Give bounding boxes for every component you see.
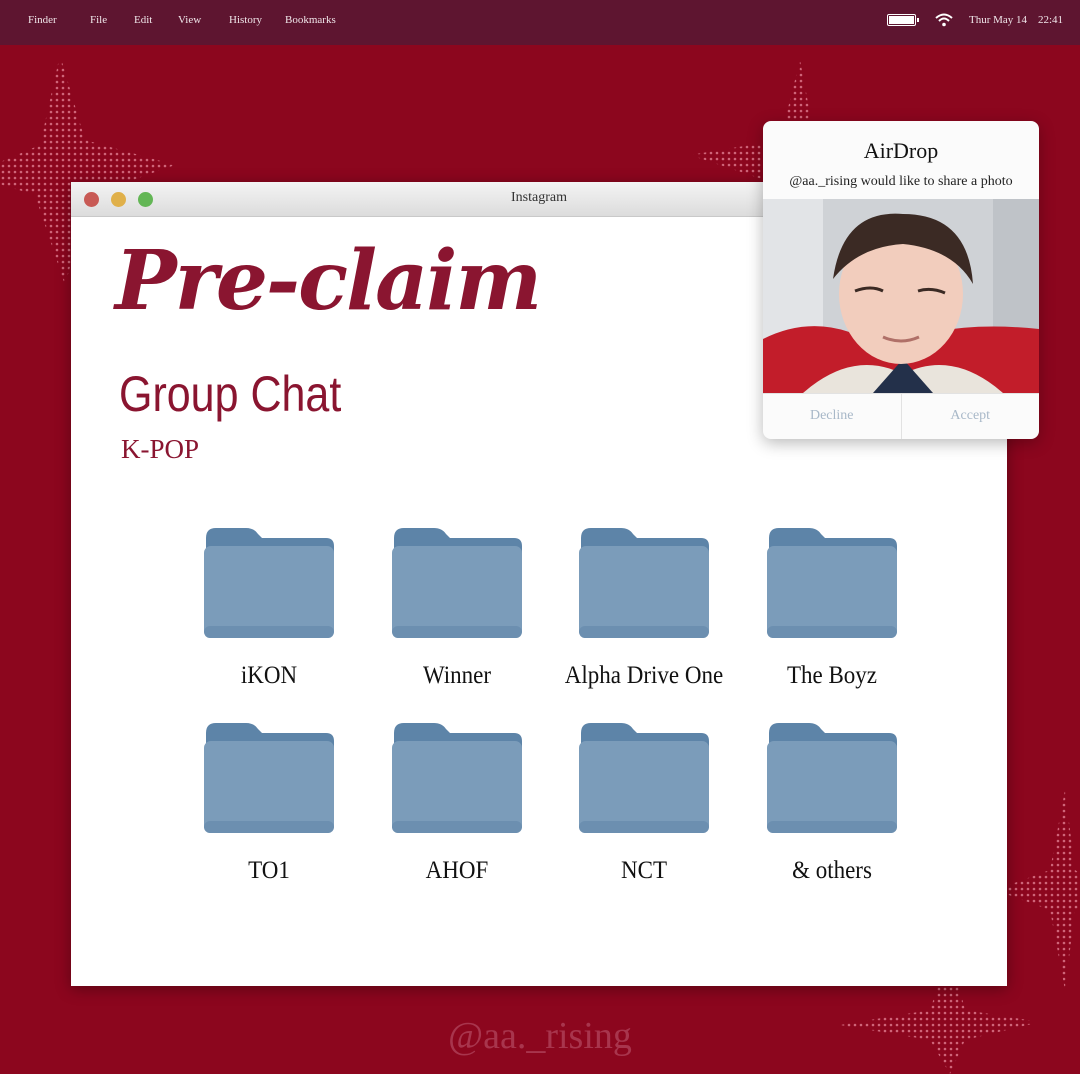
folder-ikon[interactable]: iKON [179, 526, 359, 690]
folder-icon [392, 528, 522, 638]
menu-bar: Finder File Edit View History Bookmarks … [0, 0, 1080, 45]
wifi-icon[interactable] [935, 13, 953, 27]
folder-icon [767, 723, 897, 833]
folder-label: The Boyz [786, 662, 878, 689]
folder-ahof[interactable]: AHOF [367, 721, 547, 885]
menu-history[interactable]: History [229, 14, 262, 26]
folder-label: NCT [621, 857, 667, 884]
airdrop-message: @aa._rising would like to share a photo [789, 174, 1013, 189]
airdrop-dialog: AirDrop @aa._rising would like to share … [763, 121, 1039, 439]
menu-bookmarks[interactable]: Bookmarks [285, 14, 336, 26]
folder-icon [767, 528, 897, 638]
folder-icon [579, 723, 709, 833]
page-subtitle: Group Chat [119, 366, 342, 422]
folder-label: Alpha Drive One [564, 662, 724, 689]
decline-button[interactable]: Decline [763, 394, 901, 439]
menu-finder[interactable]: Finder [28, 14, 57, 26]
airdrop-title: AirDrop [863, 138, 939, 163]
page-title: Pre-claim [115, 233, 542, 329]
folder-icon [204, 723, 334, 833]
folder-label: iKON [240, 662, 298, 689]
folder-icon [392, 723, 522, 833]
menubar-date[interactable]: Thur May 14 [969, 14, 1027, 26]
folder-icon [204, 528, 334, 638]
folder-alpha-drive-one[interactable]: Alpha Drive One [554, 526, 734, 690]
folder-label: AHOF [425, 857, 489, 884]
menubar-time[interactable]: 22:41 [1038, 14, 1063, 26]
folder-label: Winner [422, 662, 492, 689]
category-tag: K-POP [121, 434, 200, 464]
folder-label: & others [792, 857, 872, 884]
menu-view[interactable]: View [178, 14, 201, 26]
watermark: @aa._rising [448, 1015, 632, 1057]
menu-file[interactable]: File [90, 14, 107, 26]
accept-button[interactable]: Accept [900, 394, 1040, 439]
folder-to1[interactable]: TO1 [179, 721, 359, 885]
battery-icon[interactable] [887, 14, 919, 26]
folder-label: TO1 [248, 857, 290, 884]
folder-others[interactable]: & others [742, 721, 922, 885]
folder-winner[interactable]: Winner [367, 526, 547, 690]
folder-icon [579, 528, 709, 638]
folder-nct[interactable]: NCT [554, 721, 734, 885]
airdrop-actions: Decline Accept [763, 393, 1039, 439]
menu-edit[interactable]: Edit [134, 14, 152, 26]
folder-the-boyz[interactable]: The Boyz [742, 526, 922, 690]
airdrop-photo-preview [763, 199, 1039, 393]
